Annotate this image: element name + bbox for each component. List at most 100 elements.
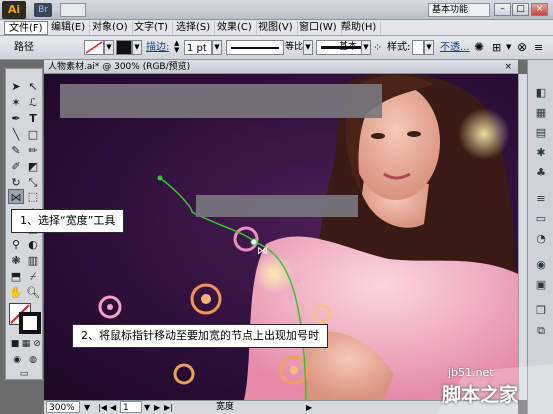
none-mode-icon[interactable]: ⊘: [29, 337, 45, 352]
type-tool-icon[interactable]: T: [25, 111, 41, 126]
arrange-documents-button[interactable]: [60, 3, 86, 17]
fill-dropdown[interactable]: ▼: [104, 40, 114, 55]
style-swatch[interactable]: [412, 40, 424, 55]
stroke-swatch[interactable]: [116, 40, 132, 55]
minimize-button[interactable]: –: [494, 3, 511, 16]
site-watermark: jb51.net 脚本之家: [436, 364, 553, 414]
graphic-style-icon[interactable]: ⁘: [373, 40, 385, 55]
slice-tool-icon[interactable]: ⌿: [25, 269, 41, 284]
rotate-tool-icon[interactable]: ↻: [8, 175, 24, 190]
document-tab[interactable]: 人物素材.ai* @ 300% (RGB/预览) ×: [44, 60, 518, 74]
last-artboard-button[interactable]: ▶|: [164, 401, 173, 414]
panel-menu-icon[interactable]: ≡: [534, 40, 548, 55]
selection-tool-icon[interactable]: ➤: [8, 79, 24, 94]
transform-icon[interactable]: ⊗: [517, 40, 531, 55]
stroke-stepper[interactable]: ▲ ▼: [174, 40, 183, 55]
draw-normal-icon[interactable]: ◉: [9, 353, 25, 368]
paintbrush-tool-icon[interactable]: ✎: [8, 143, 24, 158]
stroke-weight-dropdown[interactable]: ▼: [212, 40, 222, 55]
style-dropdown[interactable]: ▼: [424, 40, 434, 55]
symbol-sprayer-tool-icon[interactable]: ❃: [8, 253, 24, 268]
menu-file[interactable]: 文件(F): [4, 21, 48, 35]
stroke-color-swatch[interactable]: [19, 312, 41, 334]
artboard-dropdown[interactable]: ▼: [144, 401, 150, 414]
watermark-text: 脚本之家: [442, 384, 519, 406]
first-artboard-button[interactable]: |◀: [98, 401, 107, 414]
scale-tool-icon[interactable]: ⤡: [25, 175, 41, 190]
eyedropper-tool-icon[interactable]: ⚲: [8, 237, 24, 252]
magic-wand-tool-icon[interactable]: ✶: [8, 95, 24, 110]
stroke-weight-input[interactable]: 1 pt: [184, 40, 212, 55]
redaction-bar-middle: [196, 195, 358, 217]
direct-selection-tool-icon[interactable]: ↖: [25, 79, 41, 94]
appearance-panel-icon[interactable]: ◉: [533, 258, 549, 272]
watermark-url: jb51.net: [448, 366, 494, 379]
status-menu-arrow[interactable]: ▶: [306, 401, 312, 414]
stroke-dropdown[interactable]: ▼: [132, 40, 142, 55]
pencil-tool-icon[interactable]: ✏: [25, 143, 41, 158]
artboard-number-input[interactable]: 1: [120, 401, 142, 413]
color-panel-icon[interactable]: ◧: [533, 86, 549, 100]
blend-tool-icon[interactable]: ◐: [25, 237, 41, 252]
step1-callout: 1、选择“宽度”工具: [11, 209, 125, 233]
transparency-panel-icon[interactable]: ◔: [533, 232, 549, 246]
previous-artboard-button[interactable]: ◀: [110, 401, 116, 414]
next-artboard-button[interactable]: ▶: [154, 401, 160, 414]
artboard-canvas[interactable]: ⋈: [44, 74, 518, 400]
opacity-label[interactable]: 不透...: [440, 40, 470, 55]
artboards-panel-icon[interactable]: ⧉: [533, 324, 549, 338]
vertical-scrollbar[interactable]: [518, 74, 527, 400]
profile-dropdown[interactable]: ▼: [303, 40, 313, 55]
layers-panel-icon[interactable]: ❐: [533, 304, 549, 318]
zoom-level-input[interactable]: 300%: [46, 401, 80, 413]
workspace-switcher[interactable]: 基本功能: [428, 3, 490, 17]
title-bar: Ai Br 基本功能 – □ ×: [0, 0, 553, 20]
eraser-tool-icon[interactable]: ◩: [25, 159, 41, 174]
color-guide-icon[interactable]: ▦: [533, 106, 549, 120]
document-tab-title: 人物素材.ai* @ 300% (RGB/预览): [48, 62, 191, 72]
maximize-button[interactable]: □: [512, 3, 529, 16]
bridge-button[interactable]: Br: [34, 3, 52, 17]
align-dropdown[interactable]: ▼: [506, 40, 514, 55]
blob-brush-tool-icon[interactable]: ✐: [8, 159, 24, 174]
fill-swatch[interactable]: [84, 40, 104, 55]
rectangle-tool-icon[interactable]: □: [25, 127, 41, 142]
width-tool-icon[interactable]: ⋈: [8, 189, 24, 204]
illustrator-logo: Ai: [2, 1, 26, 19]
menu-type[interactable]: 文字(T): [130, 21, 173, 35]
menu-object[interactable]: 对象(O): [88, 21, 133, 35]
stroke-panel-icon[interactable]: ≡: [533, 192, 549, 206]
redaction-bar-top: [60, 84, 382, 118]
control-bar: 路径 ▼ ▼ 描边: ▲ ▼ 1 pt ▼ 等比 ▼ 基本 ▼ ⁘ 样式: ▼ 不…: [0, 36, 553, 60]
artboard-tool-icon[interactable]: ⬒: [8, 269, 24, 284]
menu-view[interactable]: 视图(V): [254, 21, 298, 35]
menu-edit[interactable]: 编辑(E): [47, 21, 91, 35]
symbols-panel-icon[interactable]: ♣: [533, 166, 549, 180]
brush-dropdown[interactable]: ▼: [361, 40, 371, 55]
stroke-label[interactable]: 描边:: [146, 40, 169, 55]
menu-help[interactable]: 帮助(H): [337, 21, 382, 35]
draw-inside-icon[interactable]: ◍: [25, 353, 41, 368]
recolor-icon[interactable]: ✺: [474, 40, 486, 55]
graphic-styles-panel-icon[interactable]: ▣: [533, 278, 549, 292]
graph-tool-icon[interactable]: ▥: [25, 253, 41, 268]
menu-window[interactable]: 窗口(W): [295, 21, 342, 35]
hand-tool-icon[interactable]: ✋: [8, 285, 24, 300]
zoom-dropdown[interactable]: ▼: [84, 401, 90, 414]
swatches-panel-icon[interactable]: ▤: [533, 126, 549, 140]
screen-mode-icon[interactable]: ▭: [16, 367, 32, 382]
brushes-panel-icon[interactable]: ✱: [533, 146, 549, 160]
close-window-button[interactable]: ×: [531, 3, 548, 16]
lasso-tool-icon[interactable]: ℒ: [25, 95, 41, 110]
align-icon[interactable]: ⊞: [492, 40, 504, 55]
variable-width-profile[interactable]: [226, 40, 284, 55]
pen-tool-icon[interactable]: ✒: [8, 111, 24, 126]
line-tool-icon[interactable]: ╲: [8, 127, 24, 142]
free-transform-tool-icon[interactable]: ⬚: [25, 189, 41, 204]
step2-callout: 2、将鼠标指针移动至要加宽的节点上出现加号时: [72, 324, 328, 348]
document-close-icon[interactable]: ×: [504, 61, 512, 73]
gradient-panel-icon[interactable]: ▭: [533, 212, 549, 226]
menu-effect[interactable]: 效果(C): [213, 21, 257, 35]
menu-select[interactable]: 选择(S): [172, 21, 216, 35]
zoom-tool-icon[interactable]: 🔍︎: [25, 285, 41, 300]
